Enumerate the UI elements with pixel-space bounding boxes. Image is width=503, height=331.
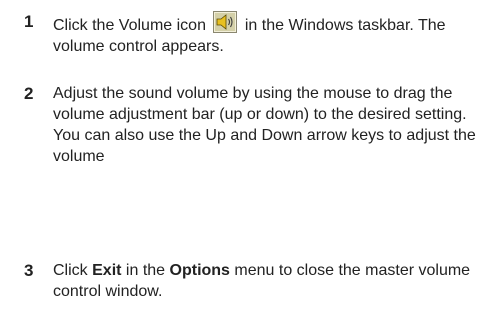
exit-menu-item-label: Exit bbox=[92, 262, 122, 279]
step-text-part: in the bbox=[125, 262, 166, 279]
step-number: 3 bbox=[24, 261, 34, 280]
step-number: 1 bbox=[24, 12, 34, 31]
step-text: Adjust the sound volume by using the mou… bbox=[53, 85, 476, 165]
options-menu-label: Options bbox=[169, 262, 230, 279]
step-text: Click Exit in the Options menu to close … bbox=[53, 260, 493, 302]
step-number: 2 bbox=[24, 84, 34, 103]
speaker-volume-icon bbox=[213, 11, 238, 33]
step-text-part: Click bbox=[53, 262, 88, 279]
step-text-part: Click the Volume icon bbox=[53, 17, 206, 34]
step-text: Click the Volume icon in the Windows tas… bbox=[53, 11, 493, 57]
